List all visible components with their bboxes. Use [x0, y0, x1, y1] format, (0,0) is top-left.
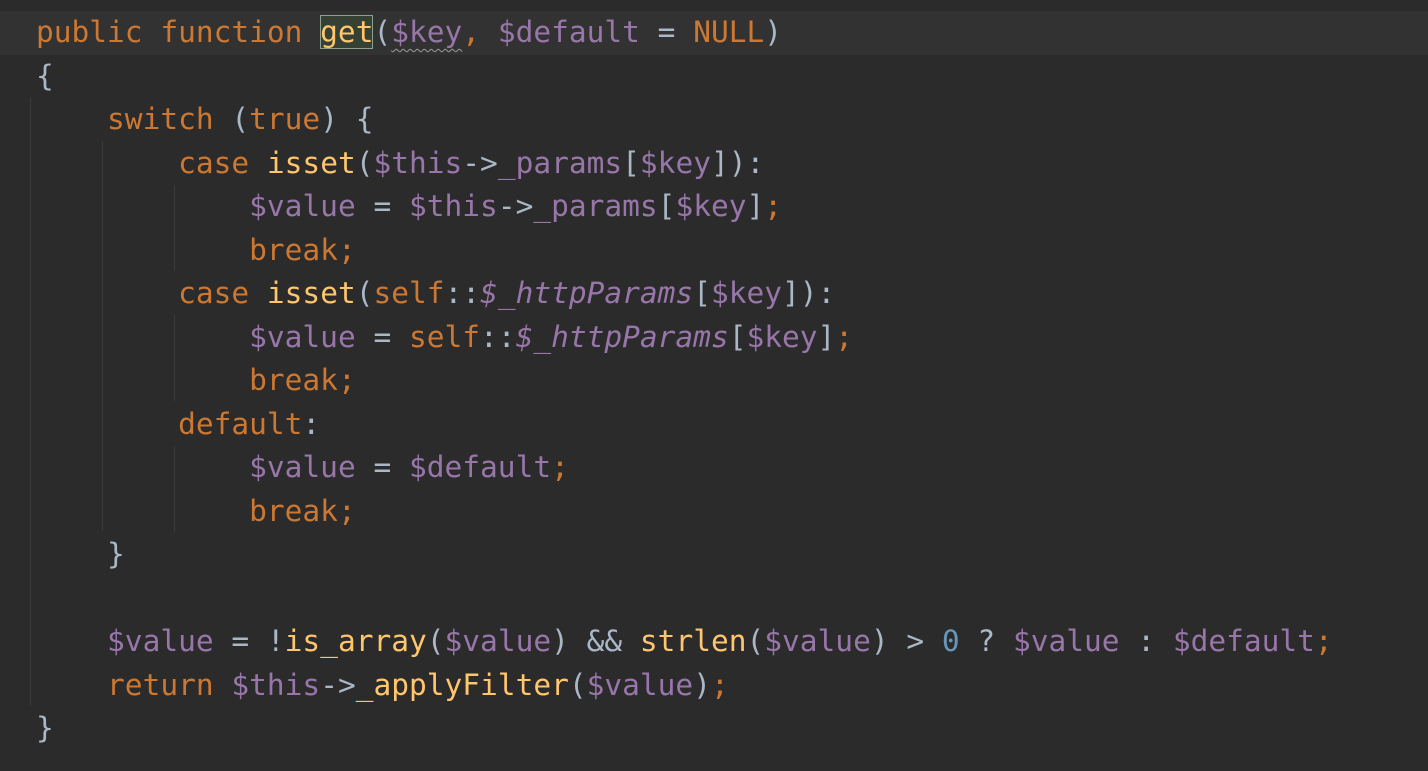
- code-line[interactable]: case isset($this->_params[$key]):: [0, 142, 1428, 186]
- code-editor[interactable]: public function get($key, $default = NUL…: [0, 0, 1428, 771]
- code-line[interactable]: break;: [0, 359, 1428, 403]
- code-line[interactable]: break;: [0, 229, 1428, 273]
- code-line[interactable]: $value = self::$_httpParams[$key];: [0, 316, 1428, 360]
- code-line[interactable]: break;: [0, 490, 1428, 534]
- code-line[interactable]: $value = !is_array($value) && strlen($va…: [0, 620, 1428, 664]
- highlighted-symbol[interactable]: get: [320, 15, 374, 49]
- code-line[interactable]: default:: [0, 403, 1428, 447]
- code-line[interactable]: return $this->_applyFilter($value);: [0, 664, 1428, 708]
- code-line[interactable]: }: [0, 707, 1428, 751]
- code-line[interactable]: $value = $this->_params[$key];: [0, 185, 1428, 229]
- code-line[interactable]: }: [0, 533, 1428, 577]
- code-line[interactable]: case isset(self::$_httpParams[$key]):: [0, 272, 1428, 316]
- code-line[interactable]: {: [0, 55, 1428, 99]
- code-line[interactable]: [0, 577, 1428, 621]
- code-line[interactable]: public function get($key, $default = NUL…: [0, 11, 1428, 55]
- code-line[interactable]: switch (true) {: [0, 98, 1428, 142]
- code-line[interactable]: $value = $default;: [0, 446, 1428, 490]
